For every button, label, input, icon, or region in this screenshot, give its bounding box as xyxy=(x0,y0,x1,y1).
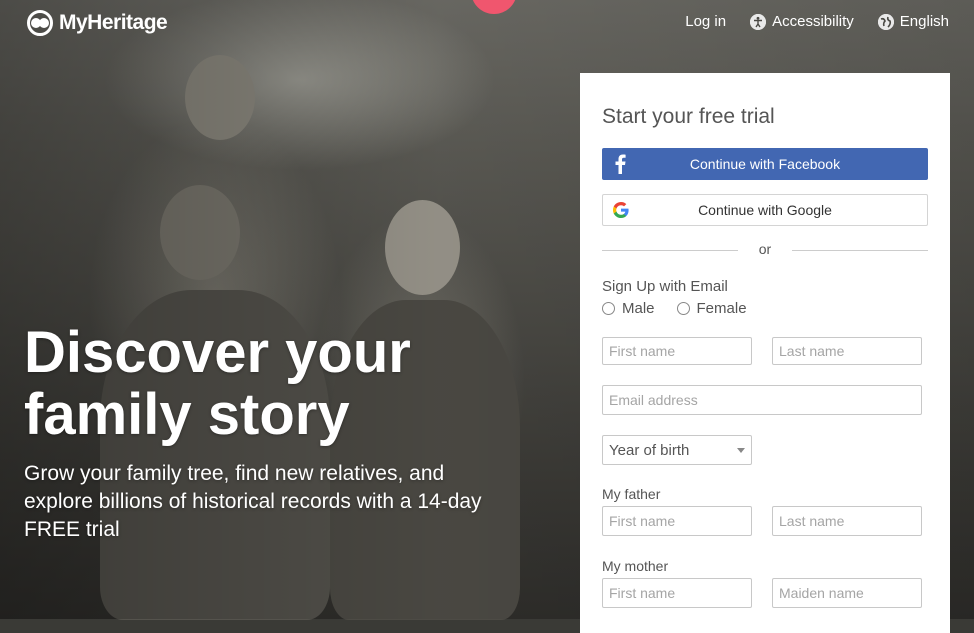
language-selector[interactable]: English xyxy=(877,13,949,30)
signup-title: Start your free trial xyxy=(602,105,775,128)
or-text: or xyxy=(758,241,772,257)
or-divider: or xyxy=(602,241,928,259)
year-of-birth-value: Year of birth xyxy=(609,442,690,459)
login-link[interactable]: Log in xyxy=(685,13,726,30)
mother-first-name-input[interactable] xyxy=(602,578,752,608)
mother-maiden-name-input[interactable] xyxy=(772,578,922,608)
hero-headline-line2: family story xyxy=(24,382,350,447)
google-button-label: Continue with Google xyxy=(698,202,832,218)
accessibility-label: Accessibility xyxy=(772,13,854,30)
brand-name: MyHeritage xyxy=(59,11,168,34)
top-navigation: Log in Accessibility English xyxy=(685,13,949,30)
continue-with-google-button[interactable]: Continue with Google xyxy=(602,194,928,226)
mother-label: My mother xyxy=(602,558,669,574)
facebook-icon xyxy=(614,154,626,174)
continue-with-facebook-button[interactable]: Continue with Facebook xyxy=(602,148,928,180)
year-of-birth-select[interactable]: Year of birth xyxy=(602,435,752,465)
hero-headline-line1: Discover your xyxy=(24,320,411,385)
female-radio[interactable] xyxy=(676,302,690,315)
father-last-name-input[interactable] xyxy=(772,506,922,536)
female-label[interactable]: Female xyxy=(697,300,747,317)
email-input[interactable] xyxy=(602,385,922,415)
hero-headline: Discover your family story xyxy=(24,322,544,446)
father-label: My father xyxy=(602,486,661,502)
signup-card: Start your free trial Continue with Face… xyxy=(580,73,950,633)
last-name-input[interactable] xyxy=(772,337,922,365)
globe-icon xyxy=(877,13,894,30)
hero-subheadline: Grow your family tree, find new relative… xyxy=(24,462,482,541)
email-signup-heading: Sign Up with Email xyxy=(602,278,728,295)
father-first-name-input[interactable] xyxy=(602,506,752,536)
language-label: English xyxy=(899,13,949,30)
first-name-input[interactable] xyxy=(602,337,752,365)
accessibility-link[interactable]: Accessibility xyxy=(750,13,854,30)
facebook-button-label: Continue with Facebook xyxy=(689,156,841,172)
accessibility-icon xyxy=(750,13,767,30)
male-label[interactable]: Male xyxy=(622,300,655,317)
gender-radio-group: Male Female xyxy=(602,300,769,317)
brand-logo[interactable]: MyHeritage xyxy=(25,10,168,36)
divider-line-left xyxy=(602,250,738,251)
male-radio[interactable] xyxy=(602,302,615,315)
google-icon xyxy=(613,202,629,218)
myheritage-logo-icon xyxy=(25,10,55,36)
chevron-down-icon xyxy=(737,448,745,453)
divider-line-right xyxy=(792,250,928,251)
